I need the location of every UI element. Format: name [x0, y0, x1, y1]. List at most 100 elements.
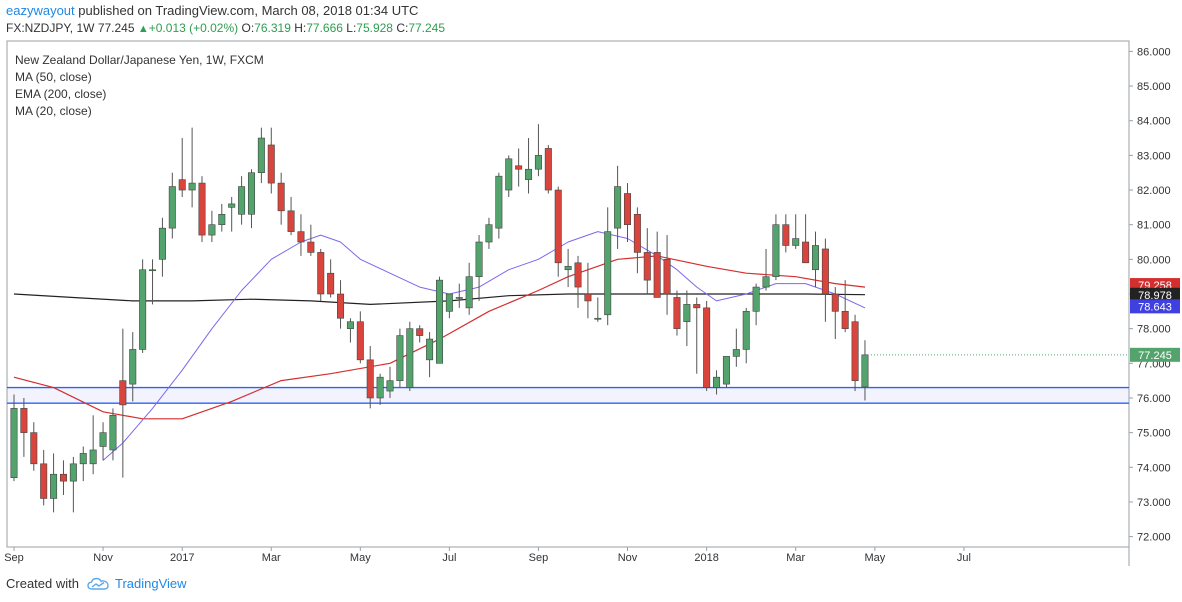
candle-body — [208, 224, 216, 236]
price-tick-label: 76.000 — [1137, 393, 1171, 405]
legend-item[interactable]: MA (50, close) — [15, 70, 92, 84]
candle-body — [247, 172, 255, 215]
candle-body — [693, 304, 701, 309]
candle-body — [505, 158, 513, 191]
candle-body — [129, 349, 137, 385]
candle[interactable] — [851, 314, 859, 392]
candle-body — [703, 307, 711, 388]
candle-body — [792, 238, 800, 246]
candle[interactable] — [198, 176, 206, 243]
candle-body — [386, 380, 394, 392]
candle-body — [109, 415, 117, 451]
candle-body — [257, 137, 265, 173]
candle-body — [435, 279, 443, 364]
time-axis: Sep Nov 2017 Mar May Jul Sep Nov 2018 Mar May Jul — [4, 547, 971, 564]
candle-body — [604, 231, 612, 316]
candle-body — [337, 293, 345, 319]
candle-body — [366, 359, 374, 399]
candle-body — [722, 356, 730, 385]
candle-body — [732, 349, 740, 357]
candle-body — [534, 155, 542, 170]
candle-body — [762, 276, 770, 288]
candle-body — [307, 241, 315, 253]
candle-body — [683, 304, 691, 323]
price-label: 77.245 — [1130, 347, 1180, 362]
candle-body — [406, 328, 414, 388]
candle-body — [267, 144, 275, 184]
price-tick-label: 73.000 — [1137, 497, 1171, 509]
candle-body — [515, 165, 523, 170]
legend-item[interactable]: EMA (200, close) — [15, 87, 106, 101]
candle-body — [475, 241, 483, 277]
candle-body — [69, 463, 77, 482]
price-tick-label: 83.000 — [1137, 150, 1171, 162]
price-chart[interactable]: 86.000 85.000 84.000 83.000 82.000 81.000 80.0… — [0, 0, 1182, 602]
candle[interactable] — [544, 144, 552, 194]
candle-body — [574, 262, 582, 288]
candle[interactable] — [139, 259, 147, 353]
candle-body — [277, 182, 285, 212]
chart-title: New Zealand Dollar/Japanese Yen, 1W, FXC… — [15, 53, 264, 67]
candle-body — [99, 432, 107, 447]
candle-body — [544, 148, 552, 191]
candle-body — [653, 252, 661, 298]
candle-body — [139, 269, 147, 350]
time-tick-label: 2017 — [170, 552, 194, 564]
candle-body — [376, 376, 384, 399]
candle-body — [40, 463, 48, 499]
candle-body — [831, 293, 839, 312]
candle-body — [742, 311, 750, 350]
candle-body — [752, 286, 760, 312]
candle-body — [811, 245, 819, 271]
candle-body — [79, 453, 87, 465]
time-tick-label: 2018 — [694, 552, 718, 564]
legend-item[interactable]: MA (20, close) — [15, 104, 92, 118]
time-tick-label: Sep — [4, 552, 24, 564]
created-with-text: Created with — [6, 576, 79, 591]
candle-body — [228, 203, 236, 208]
time-tick-label: Mar — [786, 552, 805, 564]
candle-body — [821, 248, 829, 295]
candle-body — [643, 252, 651, 281]
price-tick-label: 78.000 — [1137, 324, 1171, 336]
candle-body — [851, 321, 859, 381]
tradingview-cloud-icon — [87, 577, 109, 590]
candle[interactable] — [435, 276, 443, 364]
price-tick-label: 74.000 — [1137, 462, 1171, 474]
candle[interactable] — [396, 328, 404, 388]
candle[interactable] — [722, 356, 730, 388]
candle[interactable] — [673, 290, 681, 336]
candle-body — [396, 335, 404, 381]
candle-body — [198, 182, 206, 236]
candle-body — [673, 297, 681, 329]
candle-body — [188, 182, 196, 191]
time-tick-label: Jul — [957, 552, 971, 564]
price-tick-label: 75.000 — [1137, 428, 1171, 440]
candle-body — [802, 241, 810, 264]
candle-body — [297, 231, 305, 243]
candle[interactable] — [317, 248, 325, 301]
candle-body — [50, 473, 58, 499]
candle-body — [445, 293, 453, 312]
candle[interactable] — [703, 300, 711, 392]
candle-body — [426, 338, 434, 361]
time-tick-label: Nov — [618, 552, 638, 564]
time-tick-label: May — [864, 552, 885, 564]
candle-body — [158, 227, 166, 260]
candle-body — [455, 297, 463, 299]
candle-body — [346, 321, 354, 329]
time-tick-label: May — [350, 552, 371, 564]
candle-body — [564, 265, 572, 271]
candle[interactable] — [406, 321, 414, 392]
candle-body — [614, 186, 622, 229]
price-label: 78.643 — [1130, 299, 1180, 314]
candle-body — [89, 449, 97, 465]
candle-body — [168, 186, 176, 229]
candle-body — [772, 224, 780, 277]
candle-body — [861, 354, 869, 388]
candle-body — [119, 380, 127, 406]
candle-body — [218, 213, 226, 225]
price-label-text: 78.643 — [1138, 301, 1172, 313]
candle-body — [59, 473, 67, 482]
tradingview-brand-link[interactable]: TradingView — [115, 576, 187, 591]
